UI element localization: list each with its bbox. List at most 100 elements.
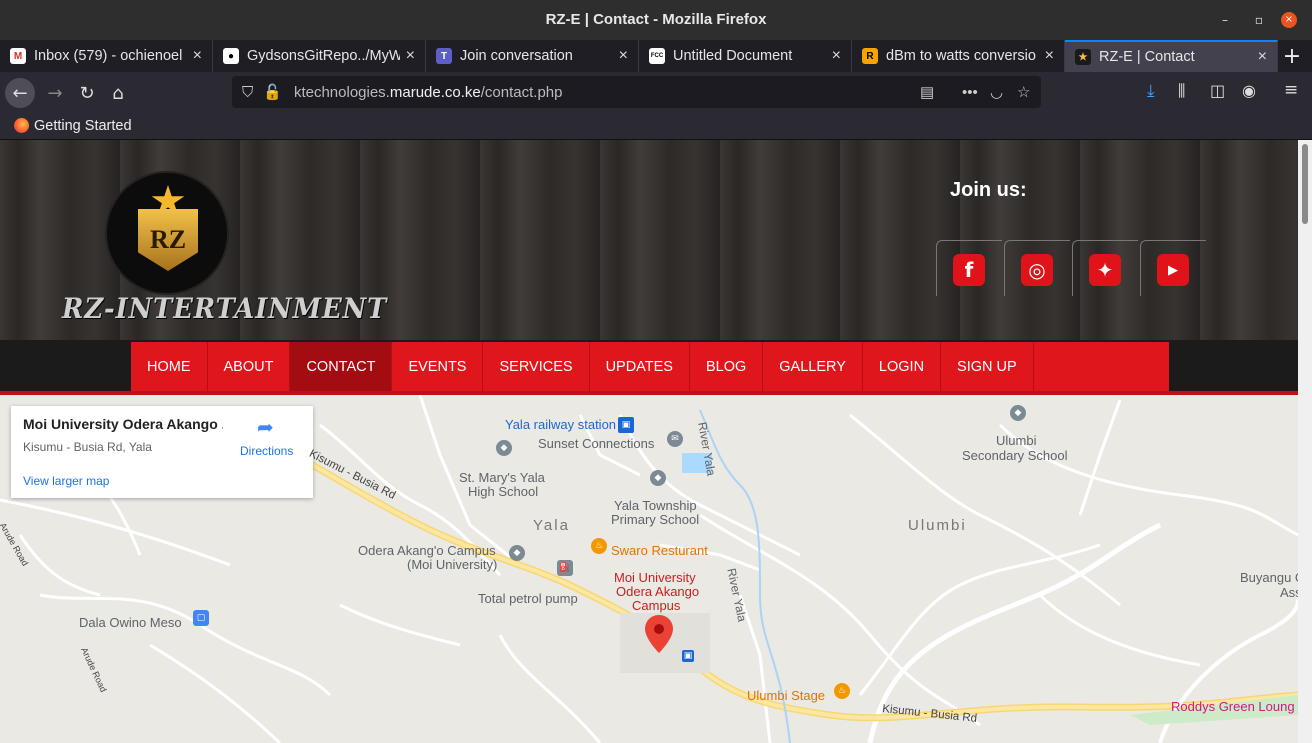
map-label-st-marys-2[interactable]: High School xyxy=(468,484,538,499)
reader-view-icon[interactable]: ▤ xyxy=(920,83,934,101)
embedded-map[interactable]: Moi University Odera Akango ... Kisumu -… xyxy=(0,395,1298,743)
navigation-toolbar: ← → ↻ ⌂ ⛉ 🔓 ktechnologies. marude.co.ke/c… xyxy=(0,72,1312,112)
directions-link[interactable]: Directions xyxy=(240,444,293,458)
shield-icon[interactable]: ⛉ xyxy=(242,84,253,101)
train-icon[interactable]: ▣ xyxy=(618,417,634,433)
restaurant-icon[interactable]: ♨ xyxy=(834,683,850,699)
school-pin-icon[interactable]: ◆ xyxy=(650,470,666,486)
menu-item-about[interactable]: ABOUT xyxy=(208,342,291,391)
menu-icon[interactable]: ≡ xyxy=(1284,80,1298,100)
url-path: /contact.php xyxy=(480,83,563,101)
minimize-button[interactable]: – xyxy=(1217,12,1233,28)
map-label-township-1[interactable]: Yala Township xyxy=(614,498,697,513)
social-facebook[interactable]: f xyxy=(936,240,1002,296)
sidebar-icon[interactable]: ◫ xyxy=(1210,81,1225,100)
tab-close-icon[interactable]: × xyxy=(193,47,202,65)
bus-stop-icon[interactable]: ▣ xyxy=(682,650,694,662)
map-label-yala: Yala xyxy=(533,517,570,534)
map-label-buyangu-2[interactable]: Ass xyxy=(1280,585,1298,600)
forward-button[interactable]: → xyxy=(40,78,70,108)
map-label-yala-station[interactable]: Yala railway station xyxy=(505,417,616,432)
browser-tab[interactable]: FCC Untitled Document × xyxy=(639,40,852,72)
bookmark-star-icon[interactable]: ☆ xyxy=(1017,83,1030,101)
menu-item-login[interactable]: LOGIN xyxy=(863,342,942,391)
view-larger-map-link[interactable]: View larger map xyxy=(23,474,109,488)
tab-label: GydsonsGitRepo../MyW xyxy=(247,48,400,64)
menu-item-home[interactable]: HOME xyxy=(131,342,208,391)
scrollbar-thumb[interactable] xyxy=(1302,144,1308,224)
map-label-ulumbi-school-1[interactable]: Ulumbi xyxy=(996,433,1036,448)
social-twitter[interactable]: ✦ xyxy=(1072,240,1138,296)
tab-close-icon[interactable]: × xyxy=(406,47,415,65)
browser-tab[interactable]: M Inbox (579) - ochienoel × xyxy=(0,40,213,72)
fuel-icon[interactable]: ⛽ xyxy=(557,560,573,576)
menu-item-gallery[interactable]: GALLERY xyxy=(763,342,863,391)
map-label-dala[interactable]: Dala Owino Meso xyxy=(79,615,182,630)
tab-label: dBm to watts conversio xyxy=(886,48,1036,64)
map-label-moi-3[interactable]: Campus xyxy=(632,598,680,613)
tab-close-icon[interactable]: × xyxy=(1045,47,1054,65)
map-label-st-marys-1[interactable]: St. Mary's Yala xyxy=(459,470,545,485)
map-label-moi-2[interactable]: Odera Akango xyxy=(616,584,699,599)
map-label-odera-2[interactable]: (Moi University) xyxy=(407,557,497,572)
tab-strip: M Inbox (579) - ochienoel × ● GydsonsGitRepo… xyxy=(0,40,1312,72)
home-button[interactable]: ⌂ xyxy=(103,78,133,108)
map-label-township-2[interactable]: Primary School xyxy=(611,512,699,527)
tab-close-icon[interactable]: × xyxy=(832,47,841,65)
browser-tab[interactable]: ● GydsonsGitRepo../MyW × xyxy=(213,40,426,72)
library-icon[interactable]: ⫼ xyxy=(1178,81,1185,101)
map-marker-icon[interactable] xyxy=(645,615,673,653)
map-label-total[interactable]: Total petrol pump xyxy=(478,591,578,606)
browser-tab[interactable]: ★ RZ-E | Contact × xyxy=(1065,40,1278,72)
join-us-heading: Join us: xyxy=(950,179,1027,201)
tab-close-icon[interactable]: × xyxy=(1258,48,1267,66)
page-actions-icon[interactable]: ••• xyxy=(962,84,978,101)
school-pin-icon[interactable]: ◆ xyxy=(496,440,512,456)
page-scrollbar[interactable] xyxy=(1298,140,1312,743)
maximize-button[interactable]: ▫ xyxy=(1251,12,1267,28)
address-bar[interactable]: ⛉ 🔓 ktechnologies. marude.co.ke/contact.p… xyxy=(232,76,1041,108)
menu-item-sign-up[interactable]: SIGN UP xyxy=(941,342,1034,391)
downloads-icon[interactable]: ⤓ xyxy=(1147,81,1155,101)
insecure-lock-icon[interactable]: 🔓 xyxy=(263,83,282,101)
menu-item-contact[interactable]: CONTACT xyxy=(290,342,393,391)
map-label-buyangu-1[interactable]: Buyangu G xyxy=(1240,570,1298,585)
map-label-sunset[interactable]: Sunset Connections xyxy=(538,436,654,451)
map-label-ulumbi-school-2[interactable]: Secondary School xyxy=(962,448,1068,463)
social-youtube[interactable]: ▶ xyxy=(1140,240,1206,296)
tab-close-icon[interactable]: × xyxy=(619,47,628,65)
poi-pin-icon[interactable]: ✉ xyxy=(667,431,683,447)
bookmark-getting-started[interactable]: Getting Started xyxy=(34,118,132,134)
tab-label: RZ-E | Contact xyxy=(1099,49,1195,65)
social-instagram[interactable]: ◎ xyxy=(1004,240,1070,296)
account-icon[interactable]: ◉ xyxy=(1242,81,1256,100)
menu-item-events[interactable]: EVENTS xyxy=(392,342,484,391)
menu-item-services[interactable]: SERVICES xyxy=(483,342,590,391)
map-label-moi-1[interactable]: Moi University xyxy=(614,570,696,585)
url-host: marude.co.ke xyxy=(389,83,481,101)
map-label-swaro[interactable]: Swaro Resturant xyxy=(611,543,708,558)
map-label-roddys[interactable]: Roddys Green Loung xyxy=(1171,699,1295,714)
facebook-icon: f xyxy=(953,254,985,286)
directions-icon[interactable]: ➦ xyxy=(257,418,277,438)
instagram-icon: ◎ xyxy=(1021,254,1053,286)
bookmarks-toolbar: Getting Started xyxy=(0,112,1312,140)
menu-item-updates[interactable]: UPDATES xyxy=(590,342,690,391)
pocket-icon[interactable]: ◡ xyxy=(990,83,1003,101)
school-pin-icon[interactable]: ◆ xyxy=(1010,405,1026,421)
map-label-ulumbi-stage[interactable]: Ulumbi Stage xyxy=(747,688,825,703)
restaurant-icon[interactable]: ♨ xyxy=(591,538,607,554)
browser-tab[interactable]: RdBm to watts conversio × xyxy=(852,40,1065,72)
school-pin-icon[interactable]: ◆ xyxy=(509,545,525,561)
close-window-button[interactable]: × xyxy=(1281,12,1297,28)
tab-label: Join conversation xyxy=(460,48,573,64)
new-tab-button[interactable]: + xyxy=(1272,40,1312,72)
youtube-icon: ▶ xyxy=(1157,254,1189,286)
browser-tab[interactable]: T Join conversation × xyxy=(426,40,639,72)
reload-button[interactable]: ↻ xyxy=(72,78,102,108)
site-logo[interactable]: RZ xyxy=(105,171,229,295)
shopping-icon[interactable]: ▢ xyxy=(193,610,209,626)
menu-item-blog[interactable]: BLOG xyxy=(690,342,764,391)
back-button[interactable]: ← xyxy=(5,78,35,108)
map-label-odera-1[interactable]: Odera Akang'o Campus xyxy=(358,543,496,558)
